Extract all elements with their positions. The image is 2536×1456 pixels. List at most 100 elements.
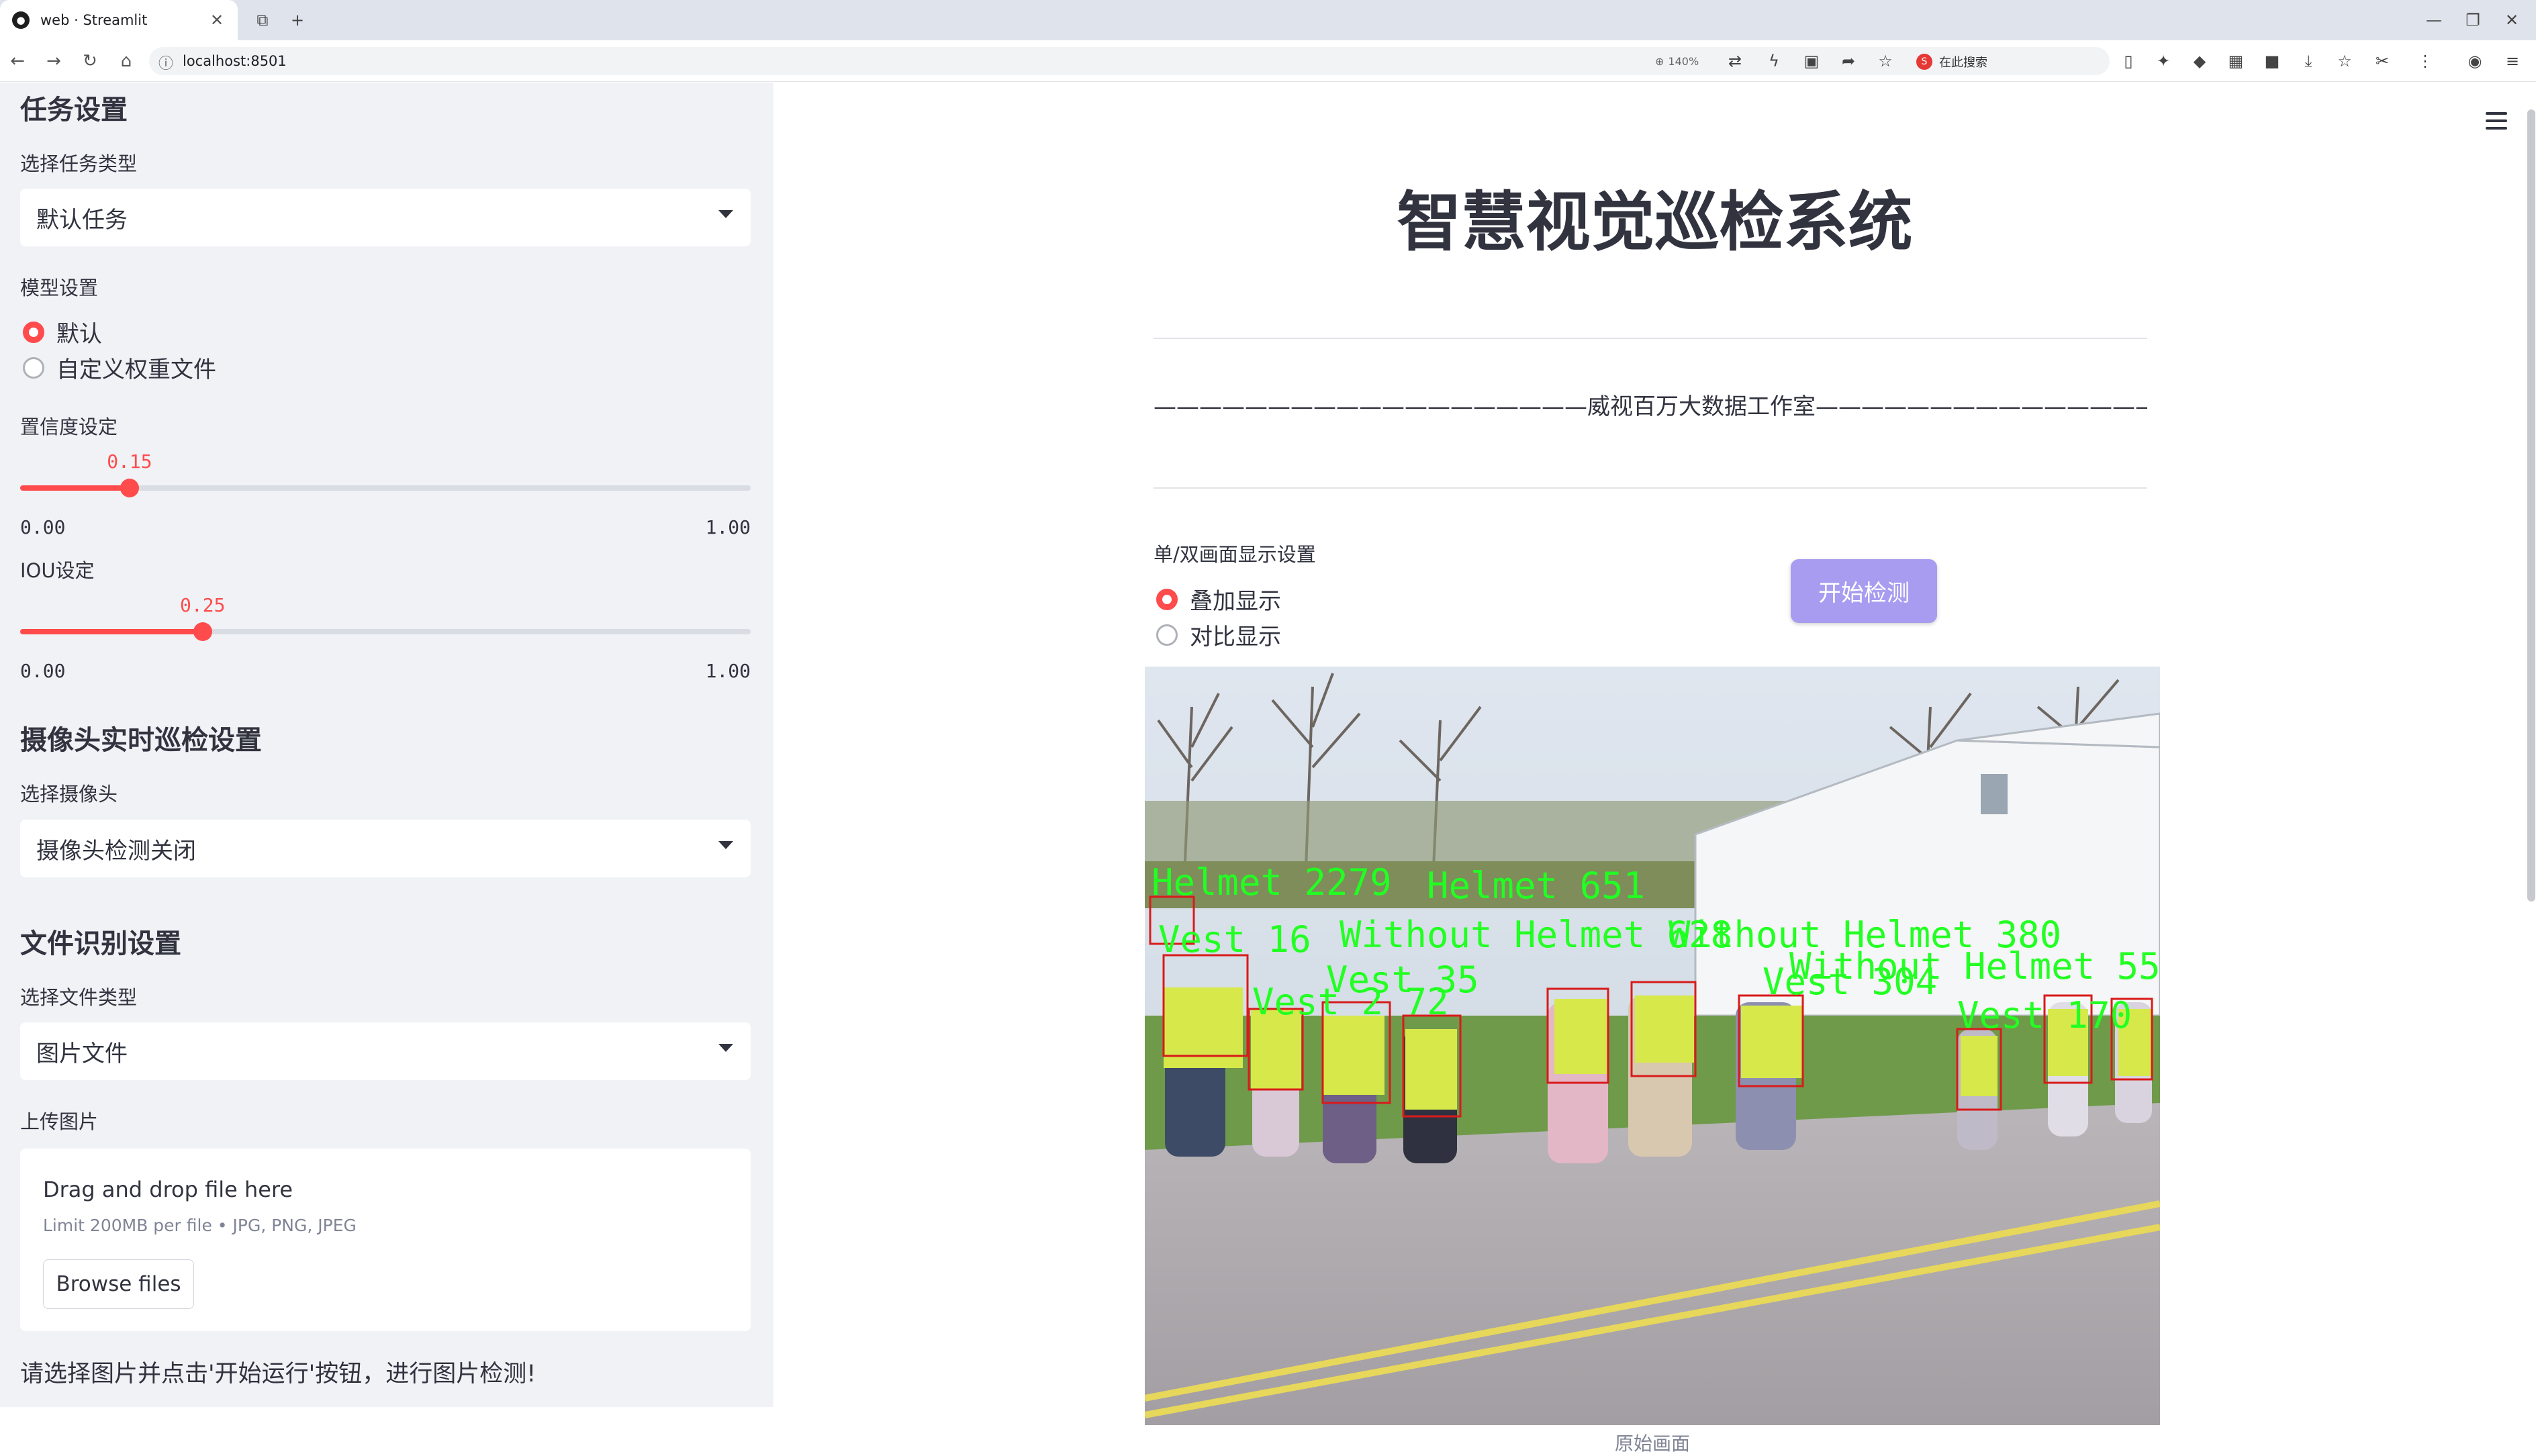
slider-min: 0.00 (20, 660, 66, 682)
slider-value: 0.15 (107, 450, 152, 473)
image-caption: 原始画面 (1614, 1433, 1690, 1455)
upload-drag-text: Drag and drop file here (43, 1177, 293, 1202)
chevron-down-icon (718, 841, 733, 849)
display-option-label: 对比显示 (1190, 624, 1281, 650)
detection-label: Without Helmet 552 (1789, 945, 2160, 987)
search-engine-box[interactable]: S 在此搜索 (1907, 50, 2108, 74)
phone-icon[interactable]: ▯ (2116, 49, 2141, 73)
start-detection-button[interactable]: 开始检测 (1791, 559, 1937, 623)
detection-label: Helmet 651 (1427, 865, 1645, 907)
slider-max: 1.00 (705, 516, 751, 538)
detection-label: Vest 16 (1158, 918, 1311, 961)
bookmark-star-icon[interactable]: ☆ (1873, 49, 1897, 73)
zoom-indicator[interactable]: ⊕ 140% (1655, 47, 1699, 75)
chevron-down-icon (718, 1044, 733, 1052)
tab-menu-icon[interactable]: ⧉ (251, 9, 274, 32)
file-type-value: 图片文件 (36, 1040, 128, 1067)
file-uploader-dropzone[interactable]: Drag and drop file here Limit 200MB per … (20, 1149, 751, 1331)
tools-icon[interactable]: ✂ (2370, 49, 2394, 73)
extension-blue-icon[interactable]: ◆ (2188, 49, 2212, 73)
chevron-down-icon (718, 210, 733, 218)
camera-select-label: 选择摄像头 (20, 783, 118, 806)
browser-toolbar: ← → ↻ ⌂ ⓘ localhost:8501 ⊕ 140% ⇄ ϟ ▣ ➦ … (0, 40, 2536, 82)
sidebar: 任务设置 选择任务类型 默认任务 模型设置 默认 自定义权重文件 置信度设定 0… (0, 83, 773, 1407)
new-tab-icon[interactable]: + (286, 9, 309, 32)
screenshot-icon[interactable]: ▣ (1799, 49, 1824, 73)
download-icon[interactable]: ⤓ (2296, 49, 2320, 73)
lightning-icon[interactable]: ϟ (1762, 49, 1786, 73)
camera-settings-heading: 摄像头实时巡检设置 (20, 725, 262, 756)
home-icon[interactable]: ⌂ (114, 49, 138, 73)
search-placeholder: 在此搜索 (1939, 56, 1987, 70)
radio-unselected-icon[interactable] (1156, 624, 1178, 646)
display-option-overlay[interactable]: 叠加显示 (1156, 583, 1281, 616)
forward-icon[interactable]: → (42, 49, 66, 73)
share-icon[interactable]: ➦ (1836, 49, 1861, 73)
upload-limit-text: Limit 200MB per file • JPG, PNG, JPEG (43, 1216, 357, 1235)
extension-grid-icon[interactable]: ▦ (2224, 49, 2248, 73)
browser-tab[interactable]: ● web · Streamlit ✕ (0, 0, 238, 40)
close-window-icon[interactable]: ✕ (2486, 0, 2536, 40)
slider-max: 1.00 (705, 660, 751, 682)
search-engine-icon: S (1916, 54, 1932, 70)
hamburger-menu-icon[interactable] (2486, 112, 2508, 130)
zoom-icon: ⊕ (1655, 54, 1664, 68)
model-settings-label: 模型设置 (20, 277, 99, 299)
close-tab-icon[interactable]: ✕ (205, 9, 228, 32)
slider-value: 0.25 (180, 594, 226, 616)
barn-window (1981, 774, 2008, 814)
main-content: 智慧视觉巡检系统 ———————————————————威视百万大数据工作室——… (773, 83, 2536, 1455)
camera-select[interactable]: 摄像头检测关闭 (20, 820, 751, 877)
translate-icon[interactable]: ⇄ (1723, 49, 1747, 73)
slider-fill (20, 485, 130, 491)
zoom-level: 140% (1668, 54, 1699, 68)
model-option-custom[interactable]: 自定义权重文件 (23, 351, 216, 384)
camera-value: 摄像头检测关闭 (36, 837, 196, 865)
menu-icon[interactable]: ≡ (2500, 49, 2525, 73)
divider (1154, 338, 2147, 339)
file-type-label: 选择文件类型 (20, 986, 138, 1009)
radio-selected-icon[interactable] (1156, 588, 1178, 610)
back-icon[interactable]: ← (5, 49, 30, 73)
slider-thumb[interactable] (193, 622, 212, 641)
model-option-label: 默认 (56, 321, 102, 348)
file-type-select[interactable]: 图片文件 (20, 1022, 751, 1080)
slider-thumb[interactable] (120, 479, 140, 497)
task-type-label: 选择任务类型 (20, 152, 138, 175)
info-icon: ⓘ (158, 56, 174, 72)
slider-fill (20, 629, 203, 634)
slider-min: 0.00 (20, 516, 66, 538)
extension-color-icon[interactable]: ✦ (2151, 49, 2175, 73)
url-text: localhost:8501 (183, 53, 287, 69)
detection-label: Vest 2 72 (1252, 981, 1449, 1023)
display-option-compare[interactable]: 对比显示 (1156, 618, 1281, 651)
display-mode-label: 单/双画面显示设置 (1154, 543, 1316, 566)
streamlit-icon: ● (12, 11, 30, 29)
confidence-slider[interactable]: 0.15 0.00 1.00 (20, 430, 751, 538)
radio-selected-icon[interactable] (23, 321, 44, 343)
extension-dark-icon[interactable]: ■ (2260, 49, 2284, 73)
model-option-default[interactable]: 默认 (23, 316, 102, 348)
file-settings-heading: 文件识别设置 (20, 928, 181, 959)
task-type-select[interactable]: 默认任务 (20, 189, 751, 246)
favorites-icon[interactable]: ☆ (2333, 49, 2357, 73)
detection-label: Helmet 2279 (1152, 861, 1392, 904)
divider (1154, 487, 2147, 489)
model-option-label: 自定义权重文件 (56, 356, 216, 383)
tab-title: web · Streamlit (40, 12, 148, 28)
detection-label: Vest 170 (1957, 994, 2132, 1036)
iou-slider[interactable]: 0.25 0.00 1.00 (20, 574, 751, 682)
task-settings-heading: 任务设置 (20, 95, 128, 126)
more-menu-icon[interactable]: ⋮ (2413, 49, 2437, 73)
studio-banner: ———————————————————威视百万大数据工作室———————————… (1154, 393, 2147, 420)
browse-files-button[interactable]: Browse files (43, 1259, 194, 1309)
browser-tabbar: ● web · Streamlit ✕ ⧉ + — ❐ ✕ (0, 0, 2536, 40)
profile-avatar-icon[interactable]: ◉ (2463, 49, 2487, 73)
radio-unselected-icon[interactable] (23, 356, 44, 379)
detection-result-image: Helmet 2279 Helmet 651 Vest 16 Vest 35 V… (1145, 667, 2160, 1425)
task-type-value: 默认任务 (36, 206, 128, 234)
reload-icon[interactable]: ↻ (78, 49, 102, 73)
upload-label: 上传图片 (20, 1110, 99, 1133)
page-title: 智慧视觉巡检系统 (1397, 185, 1913, 260)
display-option-label: 叠加显示 (1190, 588, 1281, 615)
